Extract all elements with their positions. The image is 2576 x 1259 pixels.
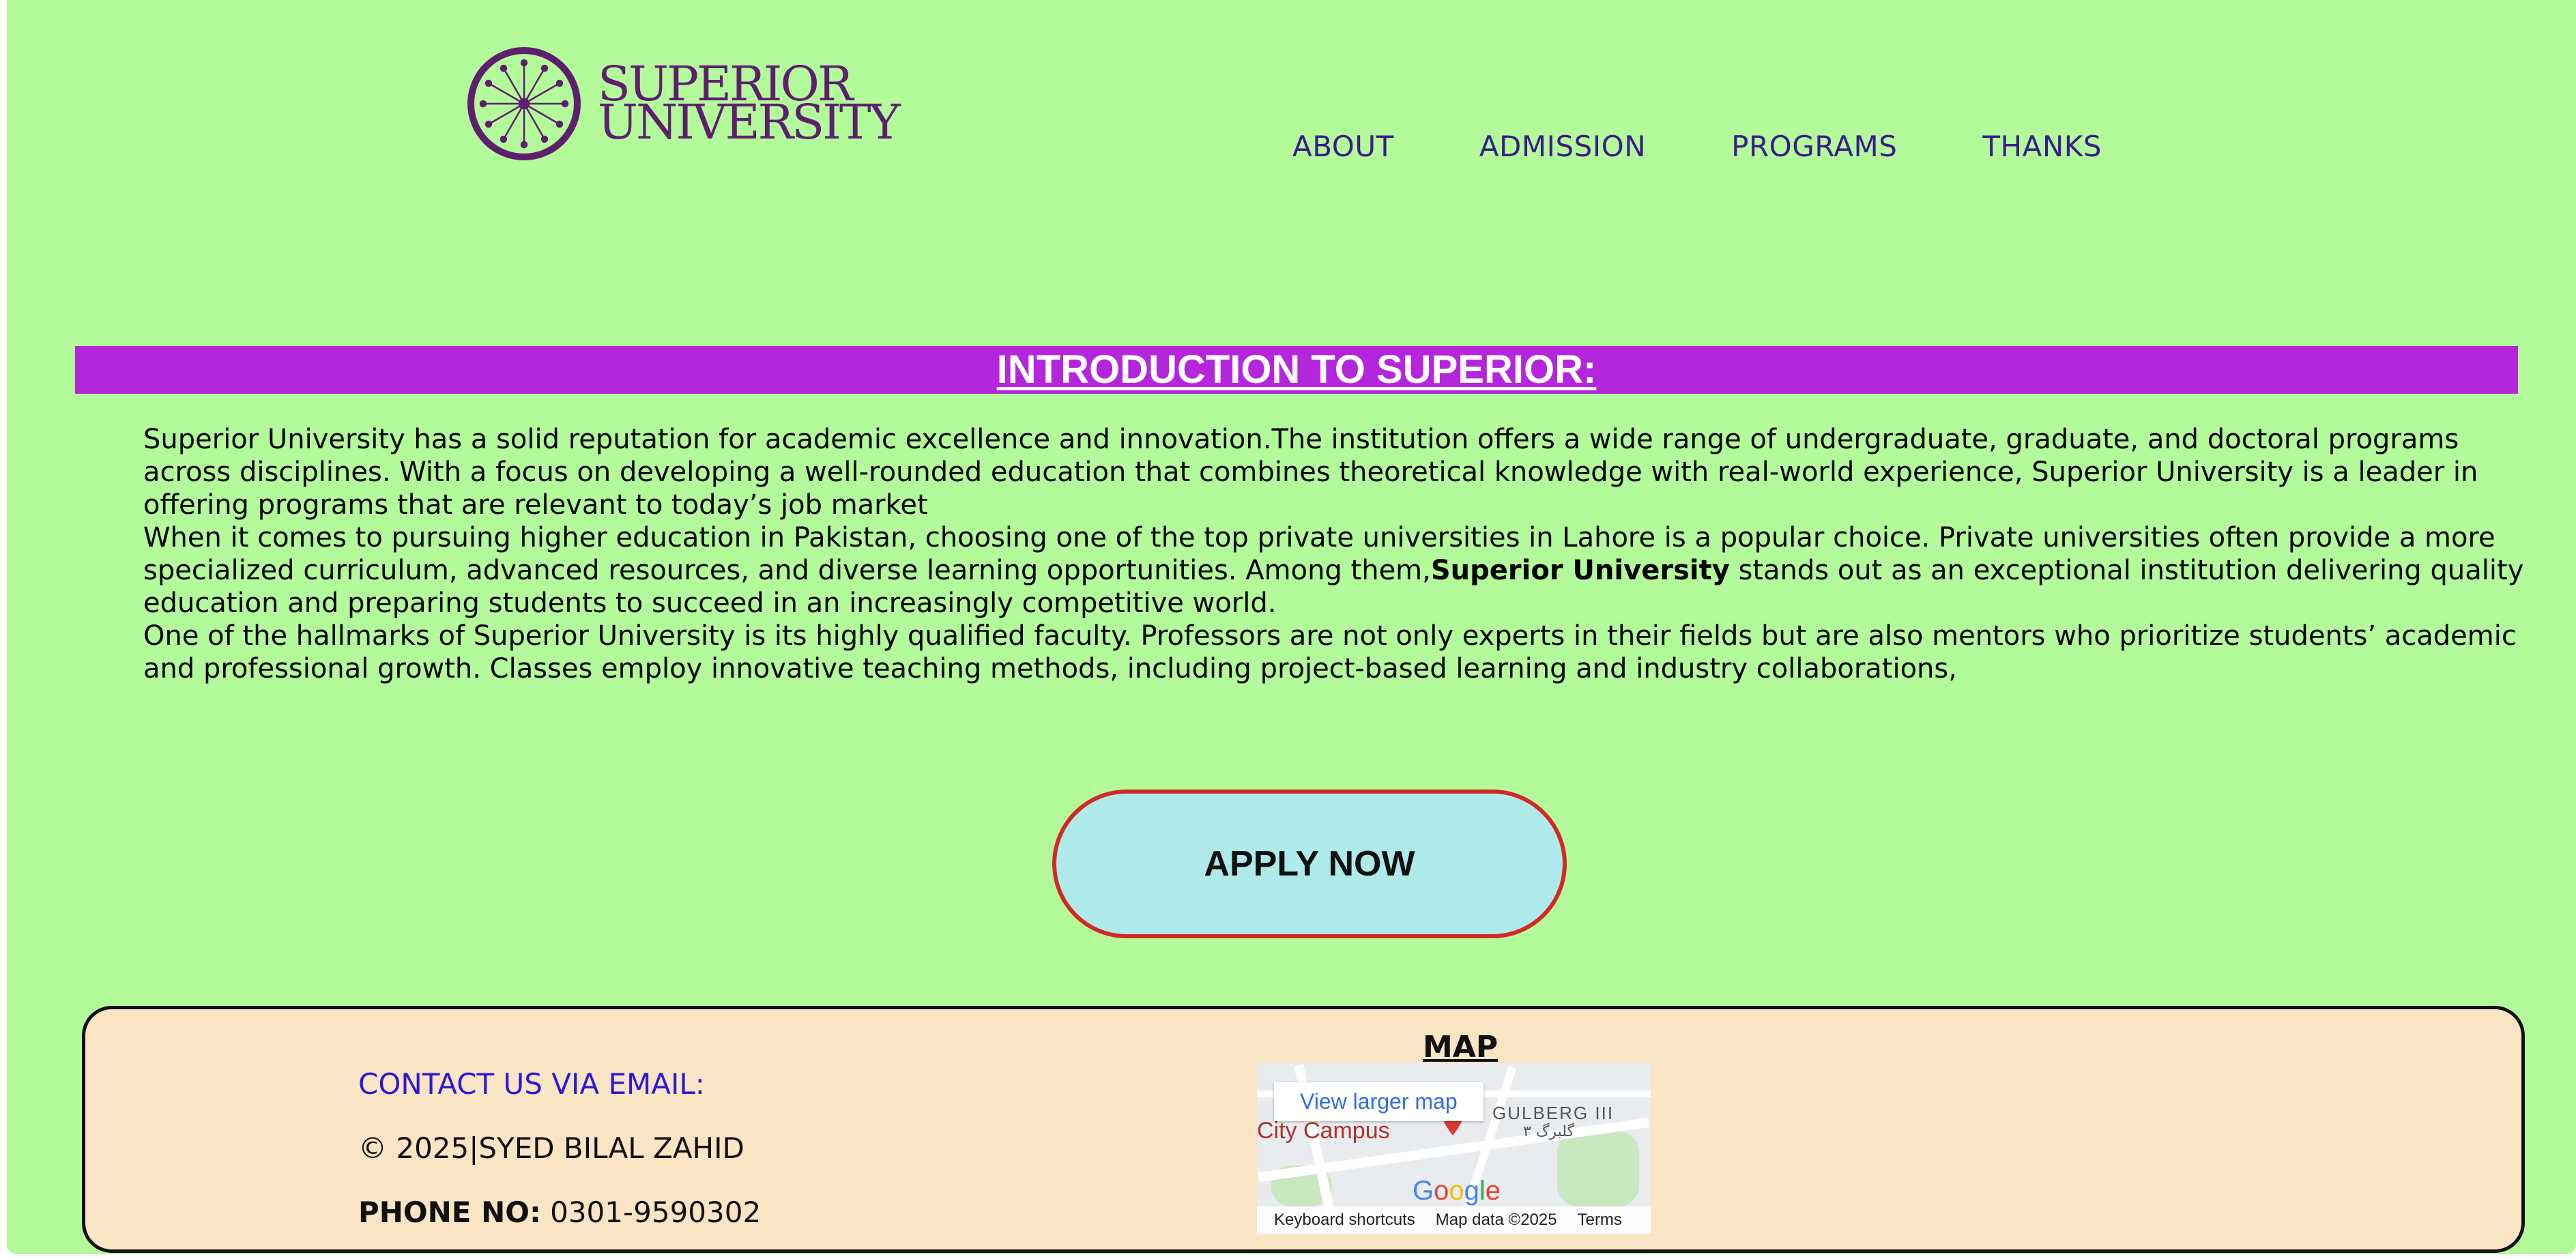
google-logo-letter: e: [1485, 1176, 1501, 1206]
main-nav: ABOUT ADMISSION PROGRAMS THANKS: [1292, 130, 2187, 163]
google-logo-letter: o: [1449, 1176, 1464, 1206]
terms-link[interactable]: Terms: [1578, 1211, 1622, 1230]
phone-number: PHONE NO: 0301-9590302: [358, 1196, 761, 1229]
nav-link-thanks[interactable]: THANKS: [1982, 130, 2102, 163]
logo-wordmark: SUPERIOR UNIVERSITY: [598, 60, 901, 150]
google-logo: Google: [1413, 1176, 1501, 1206]
nav-link-about[interactable]: ABOUT: [1292, 130, 1394, 163]
page: SUPERIOR UNIVERSITY ABOUT ADMISSION PROG…: [7, 0, 2576, 1254]
nav-link-programs[interactable]: PROGRAMS: [1731, 130, 1897, 163]
contact-info: CONTACT US VIA EMAIL: © 2025|SYED BILAL …: [358, 1067, 761, 1229]
intro-paragraph-2: When it comes to pursuing higher educati…: [143, 521, 2532, 620]
intro-paragraph-3: One of the hallmarks of Superior Univers…: [143, 620, 2517, 684]
map-attribution-bar: Keyboard shortcuts Map data ©2025 Terms: [1257, 1206, 1651, 1234]
contact-email-link[interactable]: CONTACT US VIA EMAIL:: [358, 1067, 761, 1101]
copyright-text: © 2025|SYED BILAL ZAHID: [358, 1131, 744, 1165]
keyboard-shortcuts-link[interactable]: Keyboard shortcuts: [1274, 1211, 1415, 1230]
view-larger-map-link[interactable]: View larger map: [1274, 1082, 1484, 1121]
footer: CONTACT US VIA EMAIL: © 2025|SYED BILAL …: [82, 1006, 2525, 1253]
google-logo-letter: l: [1479, 1176, 1486, 1206]
apply-now-button[interactable]: APPLY NOW: [1052, 790, 1567, 938]
intro-banner: INTRODUCTION TO SUPERIOR:: [75, 346, 2518, 394]
phone-value: 0301-9590302: [540, 1196, 762, 1229]
intro-paragraph-1: Superior University has a solid reputati…: [143, 424, 2478, 521]
logo-emblem-icon: [467, 47, 581, 160]
map-place-label: City Campus: [1257, 1118, 1390, 1144]
phone-label: PHONE NO:: [358, 1196, 541, 1229]
logo-line-2: UNIVERSITY: [598, 94, 901, 150]
intro-text: Superior University has a solid reputati…: [143, 423, 2532, 685]
map-title: MAP: [1423, 1030, 1499, 1065]
intro-paragraph-2-bold: Superior University: [1430, 555, 1730, 586]
google-logo-letter: G: [1413, 1176, 1434, 1206]
map-area-label: GULBERG III: [1492, 1103, 1615, 1123]
nav-link-admission[interactable]: ADMISSION: [1479, 130, 1646, 163]
map-data-label: Map data ©2025: [1435, 1211, 1557, 1229]
google-logo-letter: o: [1434, 1176, 1449, 1206]
map-park-area: [1557, 1131, 1639, 1206]
intro-title: INTRODUCTION TO SUPERIOR:: [996, 347, 1597, 392]
google-logo-letter: g: [1464, 1176, 1479, 1206]
map-area-label-urdu: گلبرگ ۳: [1523, 1123, 1575, 1140]
university-logo[interactable]: SUPERIOR UNIVERSITY: [466, 46, 901, 169]
embedded-map[interactable]: City Campus GULBERG III گلبرگ ۳ View lar…: [1257, 1063, 1651, 1234]
